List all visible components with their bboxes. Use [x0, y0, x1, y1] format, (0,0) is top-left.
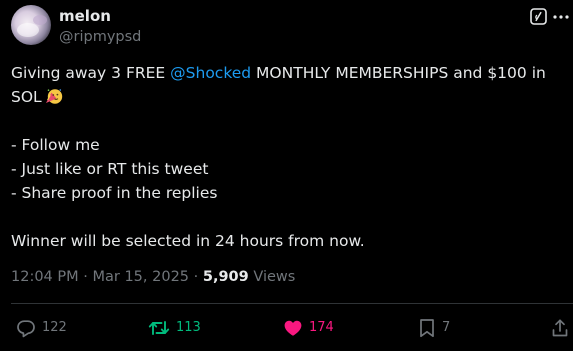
avatar[interactable] — [11, 5, 51, 45]
mention-link[interactable]: @Shocked — [170, 64, 251, 82]
step-item: - Share proof in the replies — [11, 184, 218, 202]
author-handle[interactable]: @ripmypsd — [59, 28, 141, 46]
bookmark-icon — [418, 318, 436, 338]
grok-icon[interactable] — [530, 8, 547, 25]
bookmark-button[interactable]: 7 — [418, 318, 450, 338]
divider — [11, 303, 573, 304]
separator-dot: · — [78, 269, 93, 285]
reply-icon — [16, 318, 36, 338]
repost-icon — [148, 318, 170, 338]
tweet-text: Giving away 3 FREE @Shocked MONTHLY MEMB… — [11, 61, 567, 253]
tweet-meta: 12:04 PM · Mar 15, 2025 · 5,909 Views — [11, 268, 295, 286]
heart-icon — [283, 318, 303, 338]
timestamp-date[interactable]: Mar 15, 2025 — [92, 269, 189, 285]
tweet-text-segment: SOL — [11, 88, 42, 106]
tweet-line-1: Giving away 3 FREE @Shocked MONTHLY MEMB… — [11, 61, 567, 85]
author-display-name[interactable]: melon — [59, 7, 111, 25]
tweet-text-segment: MONTHLY MEMBERSHIPS and $100 in — [251, 64, 546, 82]
partying-face-emoji-icon — [45, 87, 63, 105]
timestamp-time[interactable]: 12:04 PM — [11, 269, 79, 285]
avatar-detail-2 — [33, 15, 47, 25]
share-icon — [551, 318, 569, 338]
step-item: - Follow me — [11, 136, 100, 154]
closing-line: Winner will be selected in 24 hours from… — [11, 232, 365, 250]
tweet-detail: melon @ripmypsd Giving away 3 FREE @Shoc… — [0, 0, 573, 351]
bookmark-count: 7 — [442, 320, 451, 335]
reply-count: 122 — [42, 320, 67, 335]
views-label: Views — [248, 269, 296, 285]
share-button[interactable] — [551, 318, 569, 338]
like-button[interactable]: 174 — [283, 318, 334, 338]
views-count: 5,909 — [202, 269, 249, 285]
reply-button[interactable]: 122 — [16, 318, 67, 338]
avatar-detail — [17, 23, 39, 37]
like-count: 174 — [309, 320, 334, 335]
tweet-text-segment: Giving away 3 FREE — [11, 64, 171, 82]
step-item: - Just like or RT this tweet — [11, 160, 209, 178]
repost-button[interactable]: 113 — [148, 318, 201, 338]
repost-count: 113 — [176, 320, 201, 335]
more-options-icon[interactable] — [552, 8, 570, 26]
separator-dot: · — [189, 269, 203, 285]
tweet-line-2: SOL — [11, 85, 567, 109]
